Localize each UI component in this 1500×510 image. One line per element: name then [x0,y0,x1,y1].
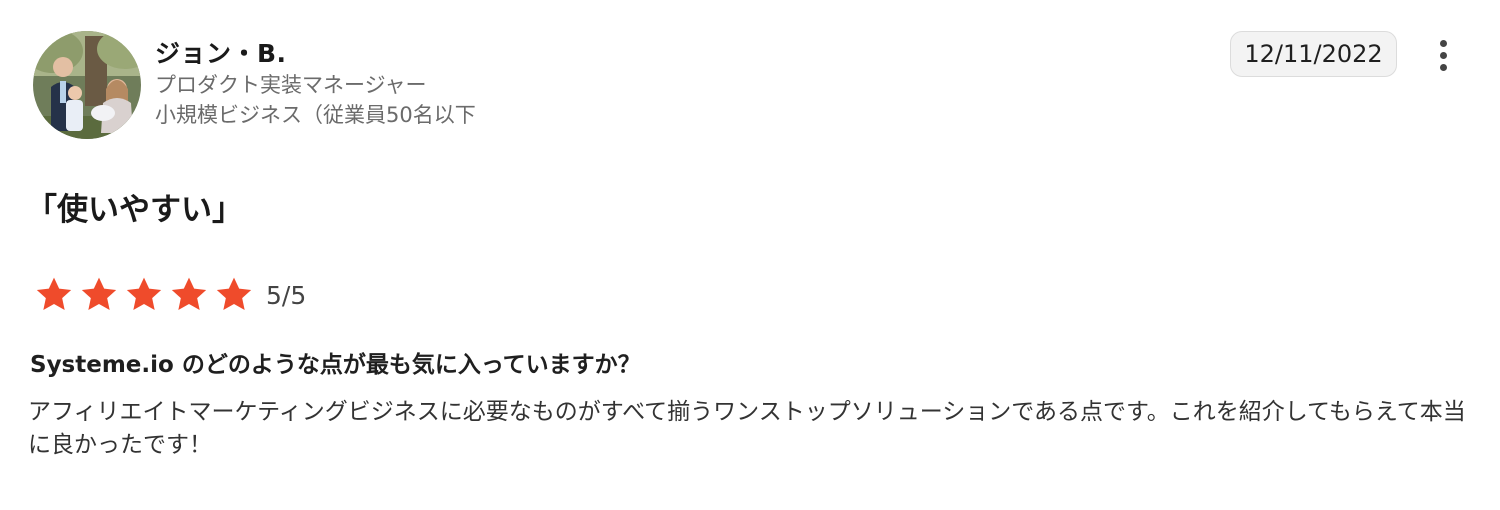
more-vertical-icon [1439,39,1447,71]
review-title: 「使いやすい」 [26,192,243,228]
rating: 5/5 [34,274,306,316]
star-icon [36,277,72,310]
date-badge: 12/11/2022 [1230,31,1397,77]
avatar [33,31,141,139]
avatar-photo [33,31,141,139]
star-icon [126,277,162,310]
rating-score: 5/5 [266,280,307,310]
star-rating [34,275,254,315]
review-answer: アフィリエイトマーケティングビジネスに必要なものがすべて揃うワンストップソリュー… [28,399,1466,458]
star-icon [216,277,252,310]
author-name: ジョン・B. [155,39,287,68]
star-icon [171,277,207,310]
star-icon [81,277,117,310]
author-role: プロダクト実装マネージャー [155,73,427,97]
author-company: 小規模ビジネス（従業員50名以下 [155,103,476,127]
review-question: Systeme.io のどのような点が最も気に入っていますか？ [30,352,641,378]
more-options-button[interactable] [1428,36,1458,74]
review-card: ジョン・B. プロダクト実装マネージャー 小規模ビジネス（従業員50名以下 12… [0,0,1500,510]
author-info: ジョン・B. プロダクト実装マネージャー 小規模ビジネス（従業員50名以下 [155,38,476,130]
